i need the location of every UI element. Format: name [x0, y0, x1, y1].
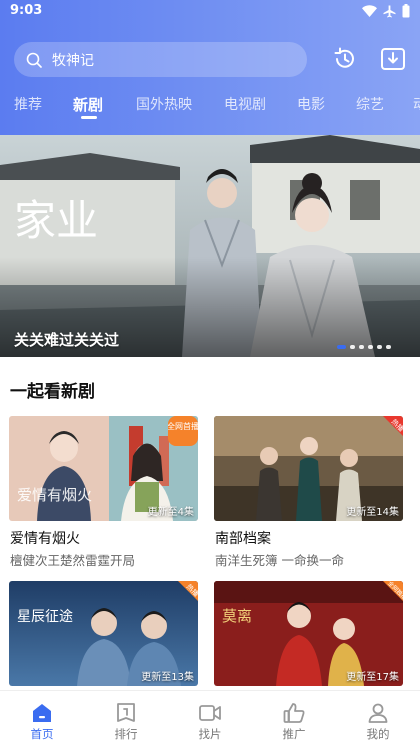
- update-note: 更新至13集: [141, 672, 194, 683]
- ranking-icon: [117, 703, 135, 722]
- history-icon: [334, 47, 354, 68]
- history-button[interactable]: [330, 44, 360, 74]
- tab-variety[interactable]: 综艺: [356, 94, 384, 114]
- update-note: 更新至17集: [346, 672, 399, 683]
- status-bar: 9:03: [0, 0, 420, 24]
- category-tabs: 推荐 新剧 国外热映 电视剧 电影 综艺 动: [0, 88, 420, 128]
- update-note: 更新至14集: [346, 507, 399, 518]
- nav-home[interactable]: 首页: [0, 691, 84, 747]
- poster-title-art: 星辰征途: [17, 608, 73, 625]
- nav-label: 找片: [198, 727, 222, 741]
- nav-promote[interactable]: 推广: [252, 691, 336, 747]
- video-icon: [199, 705, 221, 721]
- banner-dot[interactable]: [377, 345, 382, 349]
- card-poster[interactable]: 爱情有烟火 全网首播 更新至4集: [9, 416, 198, 521]
- tab-tv-series[interactable]: 电视剧: [224, 94, 266, 114]
- search-query: 牧神记: [52, 52, 94, 69]
- battery-icon: [402, 4, 410, 18]
- card-subtitle: 南洋生死簿 一命换一命: [215, 553, 344, 568]
- tab-recommend[interactable]: 推荐: [14, 94, 42, 114]
- poster-title-art: 莫离: [222, 607, 252, 625]
- status-icons: [362, 4, 410, 18]
- card-title: 南部档案: [215, 531, 271, 547]
- active-tab-indicator: [81, 116, 97, 119]
- banner-dot[interactable]: [359, 345, 364, 349]
- badge-hot: 热播: [383, 416, 403, 436]
- nav-ranking[interactable]: 排行: [84, 691, 168, 747]
- banner-dot[interactable]: [386, 345, 391, 349]
- card-subtitle: 檀健次王楚然雷霆开局: [10, 553, 136, 568]
- nav-label: 排行: [114, 727, 138, 741]
- tab-anime[interactable]: 动: [413, 94, 420, 114]
- bottom-navigation: 首页 排行 找片 推广 我的: [0, 690, 420, 747]
- nav-profile[interactable]: 我的: [336, 691, 420, 747]
- thumbs-up-icon: [283, 703, 305, 723]
- home-icon: [33, 704, 51, 722]
- svg-text:全网首播: 全网首播: [168, 421, 198, 431]
- search-icon: [26, 52, 42, 68]
- banner-dot[interactable]: [350, 345, 355, 349]
- profile-icon: [368, 703, 388, 723]
- badge-hot: 热播: [178, 581, 198, 601]
- card-poster[interactable]: 热播 更新至14集: [214, 416, 403, 521]
- badge-premiere: 全网首播: [168, 416, 198, 446]
- banner-dot[interactable]: [368, 345, 373, 349]
- banner-caption: 关关难过关关过: [14, 331, 120, 349]
- hero-banner[interactable]: 家业: [0, 135, 420, 357]
- tab-new-drama[interactable]: 新剧: [73, 94, 103, 115]
- nav-label: 我的: [366, 727, 390, 741]
- card-title: 爱情有烟火: [10, 531, 80, 547]
- card-poster[interactable]: 莫离 全网独播 更新至17集: [214, 581, 403, 686]
- update-note: 更新至4集: [147, 507, 194, 518]
- tab-foreign[interactable]: 国外热映: [136, 94, 192, 114]
- search-input[interactable]: 牧神记: [14, 42, 307, 77]
- airplane-icon: [383, 5, 396, 17]
- download-button[interactable]: [378, 44, 408, 74]
- banner-dot[interactable]: [337, 345, 346, 349]
- banner-pagination: [337, 345, 391, 349]
- download-icon: [381, 48, 405, 70]
- card-poster[interactable]: 星辰征途 热播 更新至13集: [9, 581, 198, 686]
- wifi-icon: [362, 5, 377, 17]
- banner-image: 家业: [0, 135, 420, 357]
- nav-label: 首页: [30, 727, 54, 741]
- poster-title-art: 爱情有烟火: [17, 486, 92, 504]
- nav-find[interactable]: 找片: [168, 691, 252, 747]
- status-time: 9:03: [10, 3, 43, 18]
- tab-movies[interactable]: 电影: [297, 94, 325, 114]
- badge-exclusive: 全网独播: [383, 581, 403, 602]
- section-title: 一起看新剧: [10, 382, 95, 402]
- nav-label: 推广: [282, 727, 306, 741]
